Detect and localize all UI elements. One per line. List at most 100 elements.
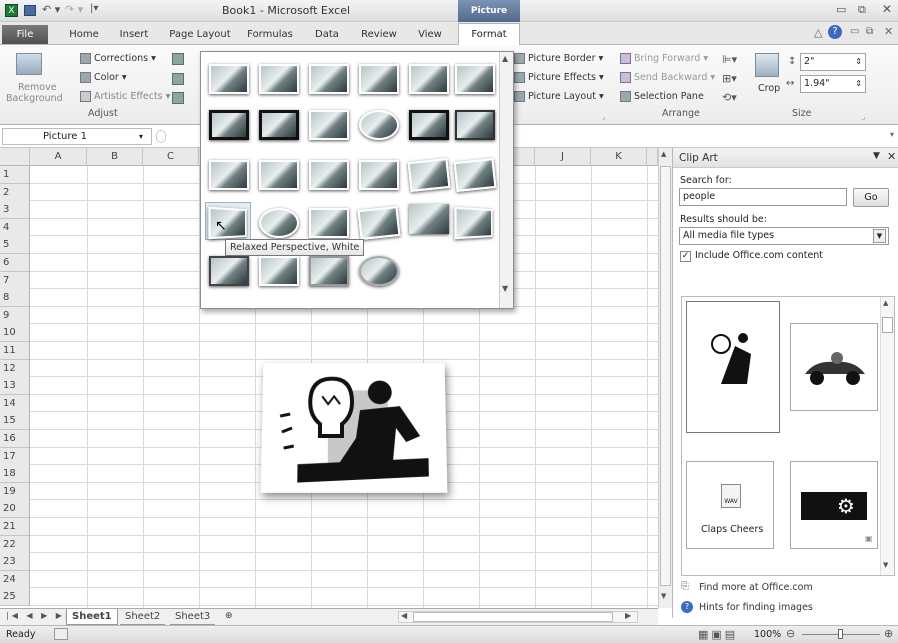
name-box[interactable]: Picture 1 ▾ <box>2 128 152 145</box>
style-thumb[interactable] <box>309 110 349 140</box>
row-header[interactable]: 6 <box>0 254 30 272</box>
zoom-in-icon[interactable]: ⊕ <box>884 627 893 640</box>
sheet-tab-active[interactable]: Sheet1 <box>66 609 118 625</box>
macro-record-icon[interactable] <box>54 628 68 640</box>
rotate-icon[interactable]: ⟲▾ <box>722 91 737 104</box>
row-header[interactable]: 5 <box>0 236 30 255</box>
formula-splitter-icon[interactable] <box>156 130 166 143</box>
restore-icon[interactable]: ⧉ <box>858 3 866 17</box>
style-thumb[interactable] <box>359 256 399 286</box>
row-header[interactable]: 8 <box>0 289 30 308</box>
remove-background-label[interactable]: Remove <box>18 82 57 93</box>
name-box-dropdown-icon[interactable]: ▾ <box>139 129 143 144</box>
result-item[interactable]: WAV Claps Cheers <box>686 461 774 549</box>
style-thumb[interactable] <box>453 157 497 193</box>
compress-pictures-icon[interactable] <box>172 53 184 65</box>
picture-layout-button[interactable]: Picture Layout ▾ <box>514 91 604 102</box>
column-header[interactable]: B <box>87 148 143 166</box>
dropdown-arrow-icon[interactable]: ▼ <box>873 229 886 243</box>
result-item[interactable]: ⚙ ▣ <box>790 461 878 549</box>
style-thumb[interactable] <box>259 110 299 140</box>
width-field[interactable]: 1.94" ⇕ <box>800 75 866 93</box>
inserted-picture[interactable] <box>260 363 448 493</box>
style-thumb[interactable] <box>409 204 449 234</box>
picture-styles-launcher-icon[interactable]: ⌟ <box>602 113 605 121</box>
style-thumb[interactable] <box>309 64 349 94</box>
gallery-scroll-up-icon[interactable]: ▲ <box>502 54 508 63</box>
redo-icon[interactable]: ↷ ▾ <box>65 3 83 16</box>
tab-format[interactable]: Format <box>458 23 520 46</box>
row-header[interactable]: 11 <box>0 342 30 360</box>
row-header[interactable]: 4 <box>0 218 30 237</box>
style-thumb[interactable] <box>209 64 249 94</box>
style-thumb[interactable] <box>209 110 249 140</box>
row-header[interactable]: 12 <box>0 359 30 378</box>
result-item[interactable] <box>790 323 878 411</box>
row-header[interactable]: 9 <box>0 306 30 325</box>
artistic-effects-button[interactable]: Artistic Effects ▾ <box>80 91 170 102</box>
style-thumb[interactable] <box>357 205 401 241</box>
row-header[interactable]: 20 <box>0 500 30 519</box>
change-picture-icon[interactable] <box>172 73 184 85</box>
row-header[interactable]: 17 <box>0 447 30 466</box>
scroll-up-icon[interactable]: ▲ <box>661 150 666 158</box>
zoom-out-icon[interactable]: ⊖ <box>786 627 795 640</box>
row-header[interactable]: 23 <box>0 553 30 572</box>
result-item-selected[interactable] <box>686 301 780 433</box>
row-header[interactable]: 21 <box>0 518 30 536</box>
row-header[interactable]: 2 <box>0 183 30 202</box>
size-launcher-icon[interactable]: ⌟ <box>862 113 865 121</box>
results-area[interactable]: WAV Claps Cheers ⚙ ▣ ▲ ▼ <box>681 296 895 576</box>
picture-styles-gallery[interactable]: ▲ ▼ ↖ <box>200 51 514 309</box>
column-header[interactable]: C <box>143 148 199 166</box>
tab-file[interactable]: File <box>2 25 48 44</box>
selection-pane-button[interactable]: Selection Pane <box>620 91 704 102</box>
row-header[interactable]: 1 <box>0 166 30 184</box>
style-thumb[interactable] <box>209 256 249 286</box>
find-more-link[interactable]: Find more at Office.com <box>699 582 813 593</box>
style-thumb[interactable] <box>259 160 299 190</box>
row-header[interactable]: 19 <box>0 482 30 501</box>
picture-border-button[interactable]: Picture Border ▾ <box>514 53 603 64</box>
sheet-nav-icons[interactable]: |◀ ◀ ▶ ▶| <box>6 611 71 620</box>
close-icon[interactable]: ✕ <box>882 2 892 16</box>
tab-insert[interactable]: Insert <box>112 26 156 45</box>
style-thumb[interactable] <box>454 206 493 240</box>
tab-view[interactable]: View <box>410 26 450 45</box>
hints-link[interactable]: Hints for finding images <box>699 602 813 613</box>
group-icon[interactable]: ⊞▾ <box>722 72 737 85</box>
h-scroll-thumb[interactable] <box>413 612 613 622</box>
column-header[interactable]: A <box>30 148 87 166</box>
row-header[interactable]: 3 <box>0 201 30 220</box>
sheet-tab[interactable]: Sheet3 <box>170 609 216 625</box>
customize-toolbar-icon[interactable]: |▾ <box>90 3 98 14</box>
pane-close-icon[interactable]: ✕ <box>887 150 896 163</box>
color-button[interactable]: Color ▾ <box>80 72 127 83</box>
row-header[interactable]: 14 <box>0 394 30 413</box>
media-type-select[interactable]: All media file types ▼ <box>679 227 889 245</box>
style-thumb[interactable] <box>359 110 399 140</box>
style-thumb[interactable] <box>259 208 299 238</box>
bring-forward-button[interactable]: Bring Forward ▾ <box>620 53 708 64</box>
excel-logo-icon[interactable]: X <box>5 4 18 17</box>
column-header[interactable]: K <box>591 148 647 166</box>
results-scroll-down-icon[interactable]: ▼ <box>883 561 888 569</box>
style-thumb[interactable] <box>407 157 451 193</box>
reset-picture-icon[interactable] <box>172 92 184 104</box>
column-header[interactable]: J <box>535 148 591 166</box>
results-scroll-up-icon[interactable]: ▲ <box>883 299 888 307</box>
horizontal-scrollbar[interactable]: ◀ ▶ <box>398 611 638 623</box>
tab-data[interactable]: Data <box>307 26 347 45</box>
view-buttons-icon[interactable]: ▦▣▤ <box>698 628 738 641</box>
style-thumb[interactable] <box>309 256 349 286</box>
pane-options-icon[interactable]: ▼ <box>873 151 880 161</box>
style-thumb[interactable] <box>259 64 299 94</box>
style-thumb[interactable] <box>359 64 399 94</box>
width-spinner-icon[interactable]: ⇕ <box>855 76 862 92</box>
results-scrollbar[interactable]: ▲ ▼ <box>880 297 894 575</box>
remove-background-label-2[interactable]: Background <box>6 93 63 104</box>
style-thumb[interactable] <box>455 64 495 94</box>
select-all-corner[interactable] <box>0 148 30 166</box>
undo-icon[interactable]: ↶ ▾ <box>42 3 60 16</box>
style-thumb[interactable] <box>309 208 349 238</box>
